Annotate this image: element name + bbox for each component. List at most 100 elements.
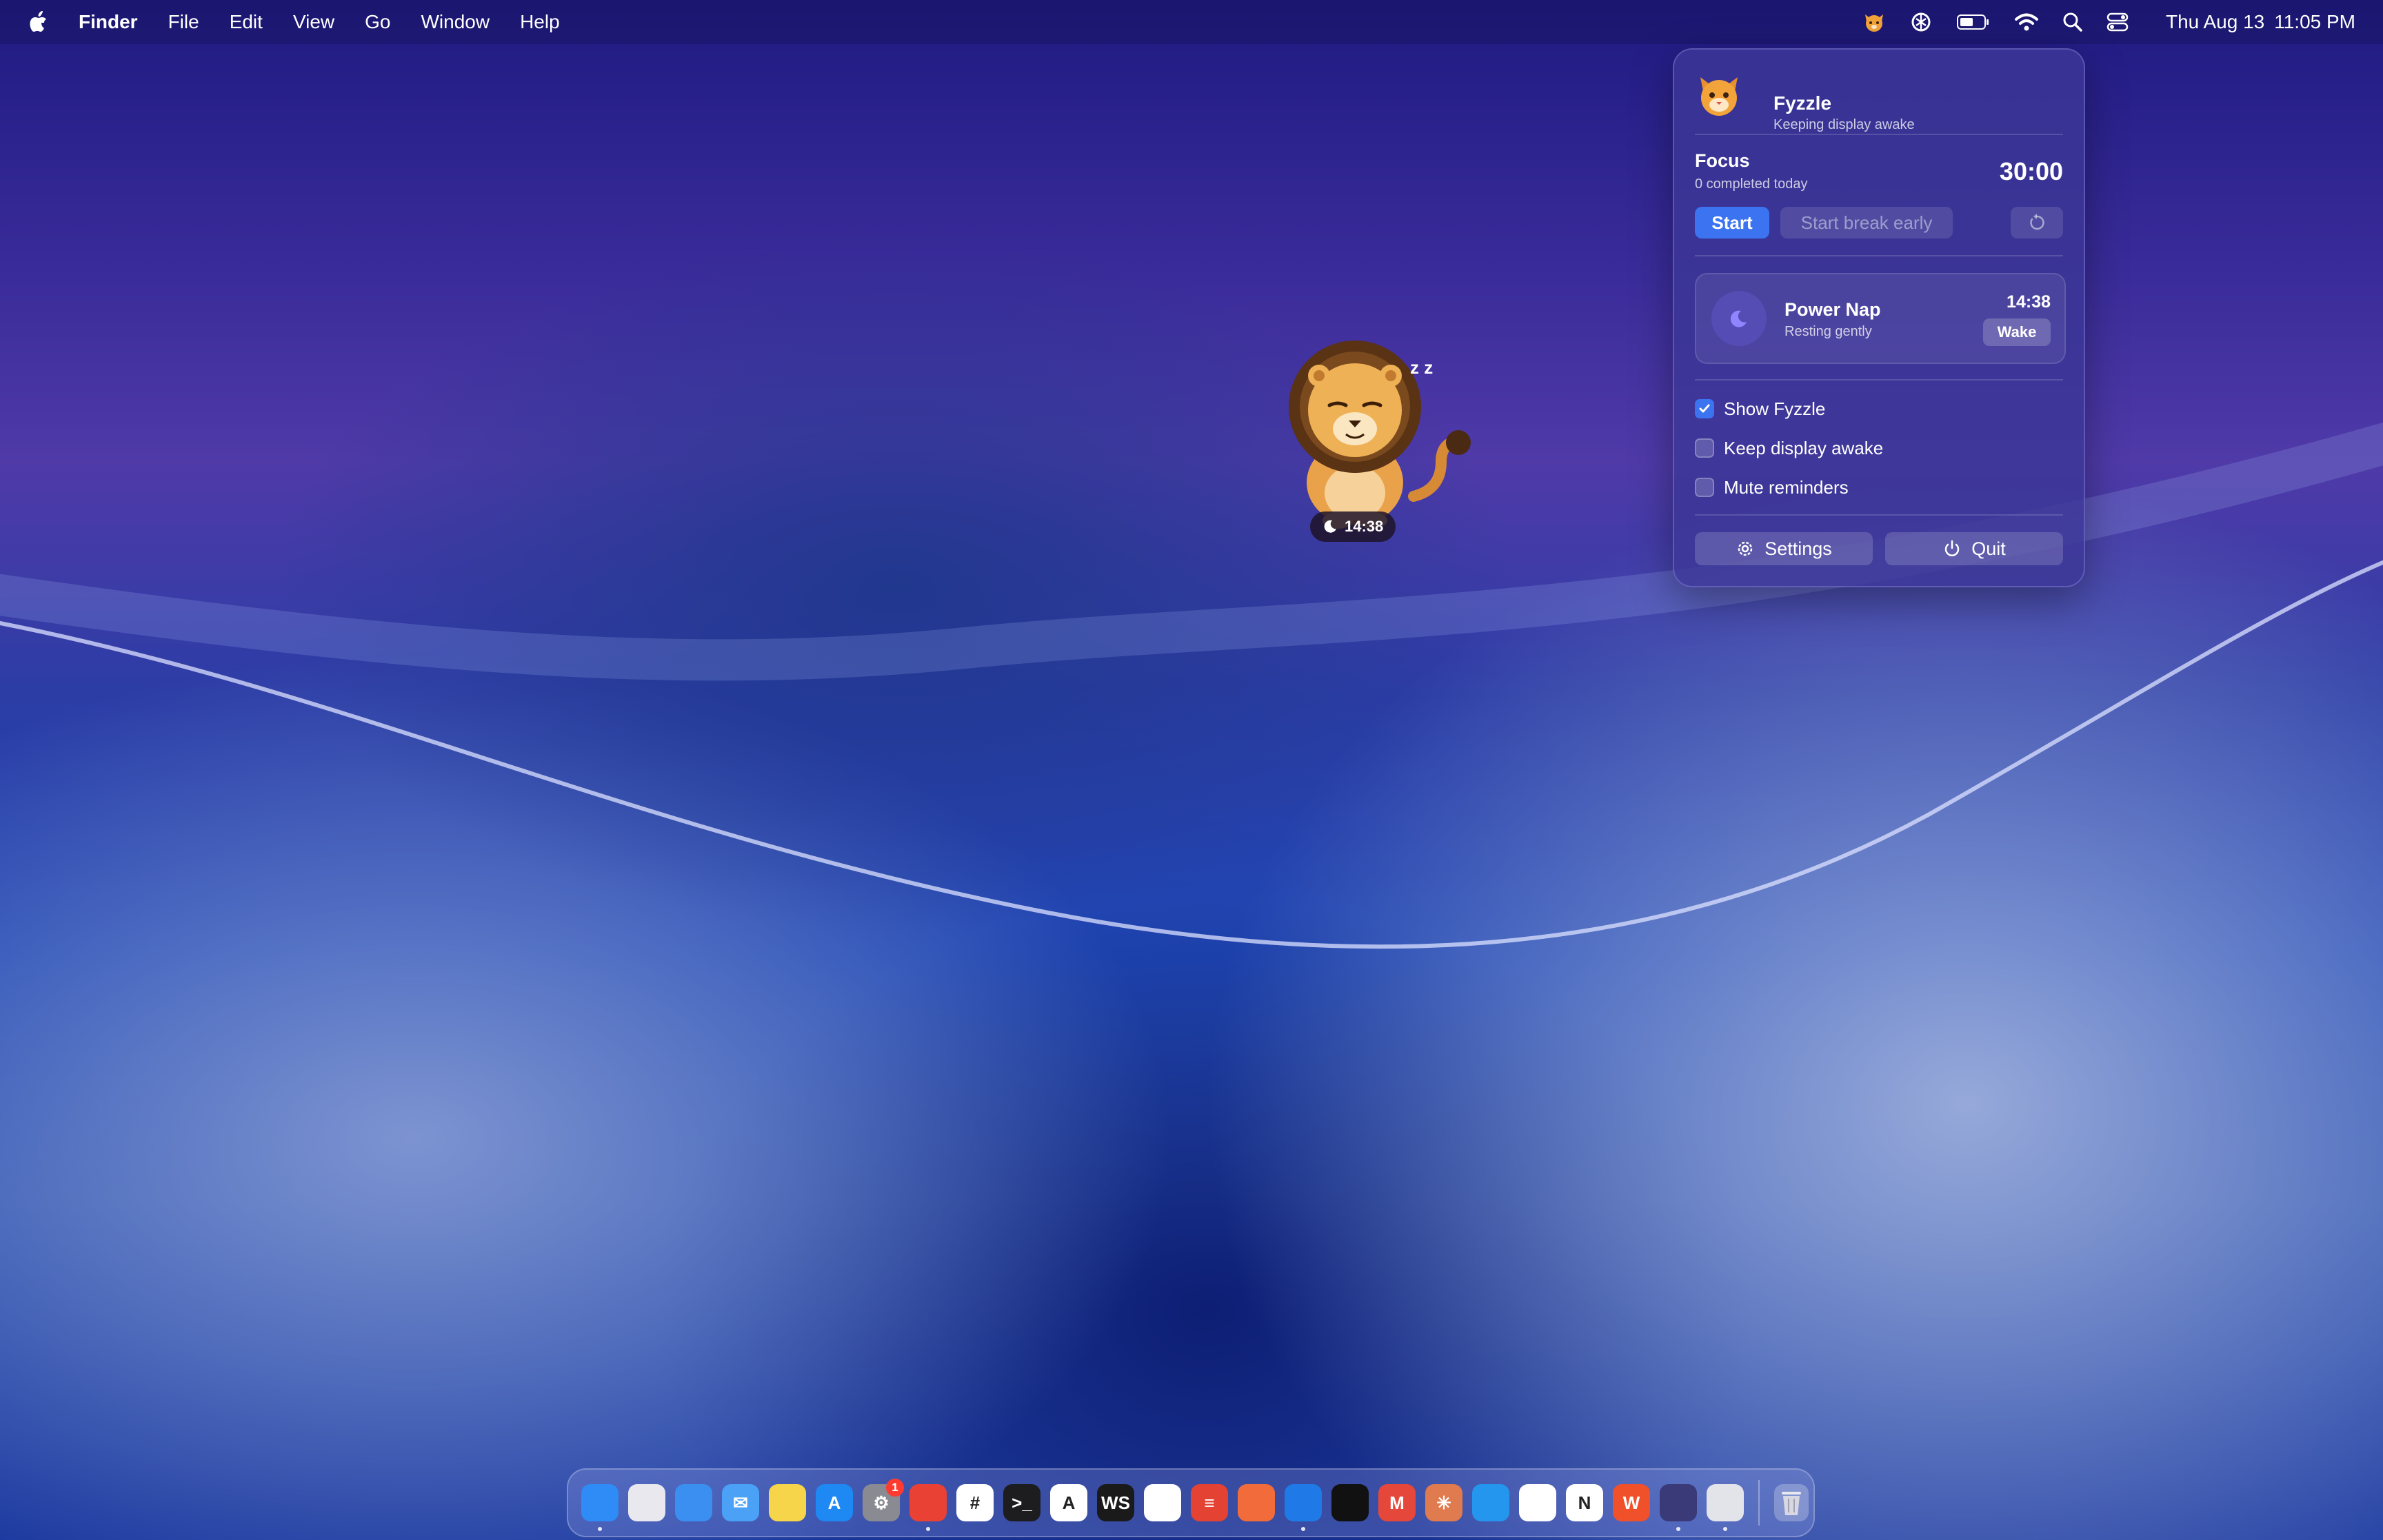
dock-app-glyph: N — [1578, 1492, 1591, 1513]
quit-button[interactable]: Quit — [1885, 532, 2063, 565]
dock-app-glyph: W — [1622, 1492, 1640, 1513]
dock-app-postman[interactable] — [1238, 1484, 1275, 1521]
fyzzle-popover: Fyzzle Keeping display awake Focus 0 com… — [1673, 48, 2085, 587]
dock-app-glyph: M — [1389, 1492, 1405, 1513]
clock-time: 11:05 PM — [2274, 11, 2355, 32]
power-icon — [1944, 540, 1960, 556]
menu-bar: Finder File Edit View Go Window Help Thu… — [0, 0, 2383, 44]
mute-reminders-checkbox[interactable]: Mute reminders — [1695, 476, 1849, 499]
wake-button[interactable]: Wake — [1983, 318, 2051, 346]
notification-badge: 1 — [886, 1479, 904, 1497]
dock-app-list: ✉ A ⚙ 1 # >_ A WS ≡ M ✳ N W — [576, 1479, 1749, 1531]
sleep-z-mark: z z — [1410, 357, 1433, 378]
settings-button[interactable]: Settings — [1695, 532, 1873, 565]
pet-nap-timer: 14:38 — [1310, 511, 1396, 542]
chatgpt-icon[interactable] — [1909, 10, 1933, 34]
popover-app-title: Fyzzle — [1773, 92, 1832, 114]
dock-separator — [1758, 1480, 1760, 1526]
running-indicator — [1723, 1527, 1727, 1531]
dock-app-todoist[interactable]: ≡ — [1191, 1484, 1228, 1521]
spotlight-search-icon[interactable] — [2062, 12, 2083, 32]
dock-app-mindmap[interactable]: M — [1378, 1484, 1416, 1521]
control-center-icon[interactable] — [2107, 12, 2129, 32]
wifi-icon[interactable] — [2014, 12, 2039, 32]
menu-go[interactable]: Go — [365, 11, 390, 33]
dock: ✉ A ⚙ 1 # >_ A WS ≡ M ✳ N W — [567, 1468, 1815, 1537]
start-focus-button[interactable]: Start — [1695, 207, 1769, 239]
checkbox-unchecked-icon — [1695, 478, 1714, 497]
dock-app-cursor[interactable] — [1331, 1484, 1369, 1521]
dock-app-safari[interactable] — [675, 1484, 712, 1521]
fyzzle-avatar-icon — [1700, 77, 1738, 116]
dock-app-notes[interactable] — [769, 1484, 806, 1521]
trash-icon — [1781, 1492, 1801, 1515]
dock-app-webstorm[interactable]: WS — [1097, 1484, 1134, 1521]
running-indicator — [1301, 1527, 1305, 1531]
option-label: Mute reminders — [1724, 476, 1849, 498]
nap-moon-icon — [1711, 291, 1767, 346]
focus-title: Focus — [1695, 150, 1750, 171]
dock-app-mail[interactable]: ✉ — [722, 1484, 759, 1521]
dock-app-glyph: WS — [1101, 1492, 1130, 1513]
checkbox-checked-icon — [1695, 399, 1714, 418]
running-indicator — [1676, 1527, 1680, 1531]
gear-icon — [1738, 541, 1753, 556]
dock-app-glyph: ⚙ — [873, 1492, 889, 1513]
battery-icon[interactable] — [1956, 13, 1991, 31]
dock-app-xcode[interactable] — [1285, 1484, 1322, 1531]
active-app-menu[interactable]: Finder — [79, 11, 138, 33]
dock-app-docker[interactable] — [1472, 1484, 1509, 1521]
dock-app-terminal[interactable]: >_ — [1003, 1484, 1040, 1521]
dock-app-finder[interactable] — [581, 1484, 619, 1531]
dock-app-screen-saver[interactable] — [1660, 1484, 1697, 1531]
apple-menu-icon[interactable] — [28, 8, 51, 36]
focus-completed-count: 0 completed today — [1695, 176, 1808, 192]
dock-app-glyph: >_ — [1012, 1492, 1032, 1513]
popover-header: Fyzzle Keeping display awake — [1695, 70, 2063, 135]
dock-app-glyph: ✉ — [733, 1492, 748, 1513]
quit-label: Quit — [1971, 538, 2006, 559]
reset-icon — [2030, 214, 2044, 230]
dock-app-launchpad[interactable] — [628, 1484, 665, 1521]
dock-app-pgadmin[interactable] — [1144, 1484, 1181, 1521]
dock-app-glyph: # — [969, 1492, 981, 1513]
option-label: Keep display awake — [1724, 437, 1884, 458]
dock-app-vs-code[interactable] — [1519, 1484, 1556, 1521]
dock-app-instruments[interactable]: A — [1050, 1484, 1087, 1521]
power-nap-card: Power Nap Resting gently 14:38 Wake — [1695, 273, 2066, 364]
menu-file[interactable]: File — [168, 11, 199, 33]
checkbox-unchecked-icon — [1695, 438, 1714, 458]
reset-timer-button[interactable] — [2011, 207, 2063, 239]
dock-app-claude[interactable]: ✳ — [1425, 1484, 1462, 1521]
dock-app-glyph: ≡ — [1204, 1492, 1215, 1513]
divider — [1695, 379, 2063, 381]
pet-timer-value: 14:38 — [1345, 518, 1384, 535]
dock-app-preview[interactable] — [1707, 1484, 1744, 1531]
keep-display-awake-checkbox[interactable]: Keep display awake — [1695, 436, 1883, 460]
clock-date: Thu Aug 13 — [2165, 11, 2265, 32]
fyzzle-cat-icon[interactable] — [1862, 10, 1886, 34]
settings-label: Settings — [1764, 538, 1832, 559]
menu-help[interactable]: Help — [520, 11, 560, 33]
dock-app-glyph: A — [827, 1492, 841, 1513]
menu-view[interactable]: View — [293, 11, 334, 33]
dock-app-app-store[interactable]: A — [816, 1484, 853, 1521]
dock-app-wps-office[interactable]: W — [1613, 1484, 1650, 1521]
option-label: Show Fyzzle — [1724, 398, 1826, 419]
dock-app-trash[interactable] — [1773, 1484, 1809, 1521]
dock-app-glyph: A — [1062, 1492, 1076, 1513]
focus-timer: 30:00 — [1999, 157, 2063, 185]
dock-app-system-settings[interactable]: ⚙ 1 — [863, 1479, 904, 1521]
dock-app-notion[interactable]: N — [1566, 1484, 1603, 1521]
menu-bar-clock[interactable]: Thu Aug 13 11:05 PM — [2156, 11, 2355, 33]
dock-app-chrome[interactable] — [909, 1484, 947, 1531]
show-fyzzle-checkbox[interactable]: Show Fyzzle — [1695, 397, 1825, 421]
moon-icon — [1324, 520, 1336, 533]
power-nap-title: Power Nap — [1784, 299, 1881, 320]
menu-edit[interactable]: Edit — [230, 11, 263, 33]
start-break-early-button[interactable]: Start break early — [1780, 207, 1953, 239]
power-nap-status: Resting gently — [1784, 324, 1872, 339]
dock-app-slack[interactable]: # — [956, 1484, 994, 1521]
running-indicator — [926, 1527, 930, 1531]
menu-window[interactable]: Window — [421, 11, 490, 33]
